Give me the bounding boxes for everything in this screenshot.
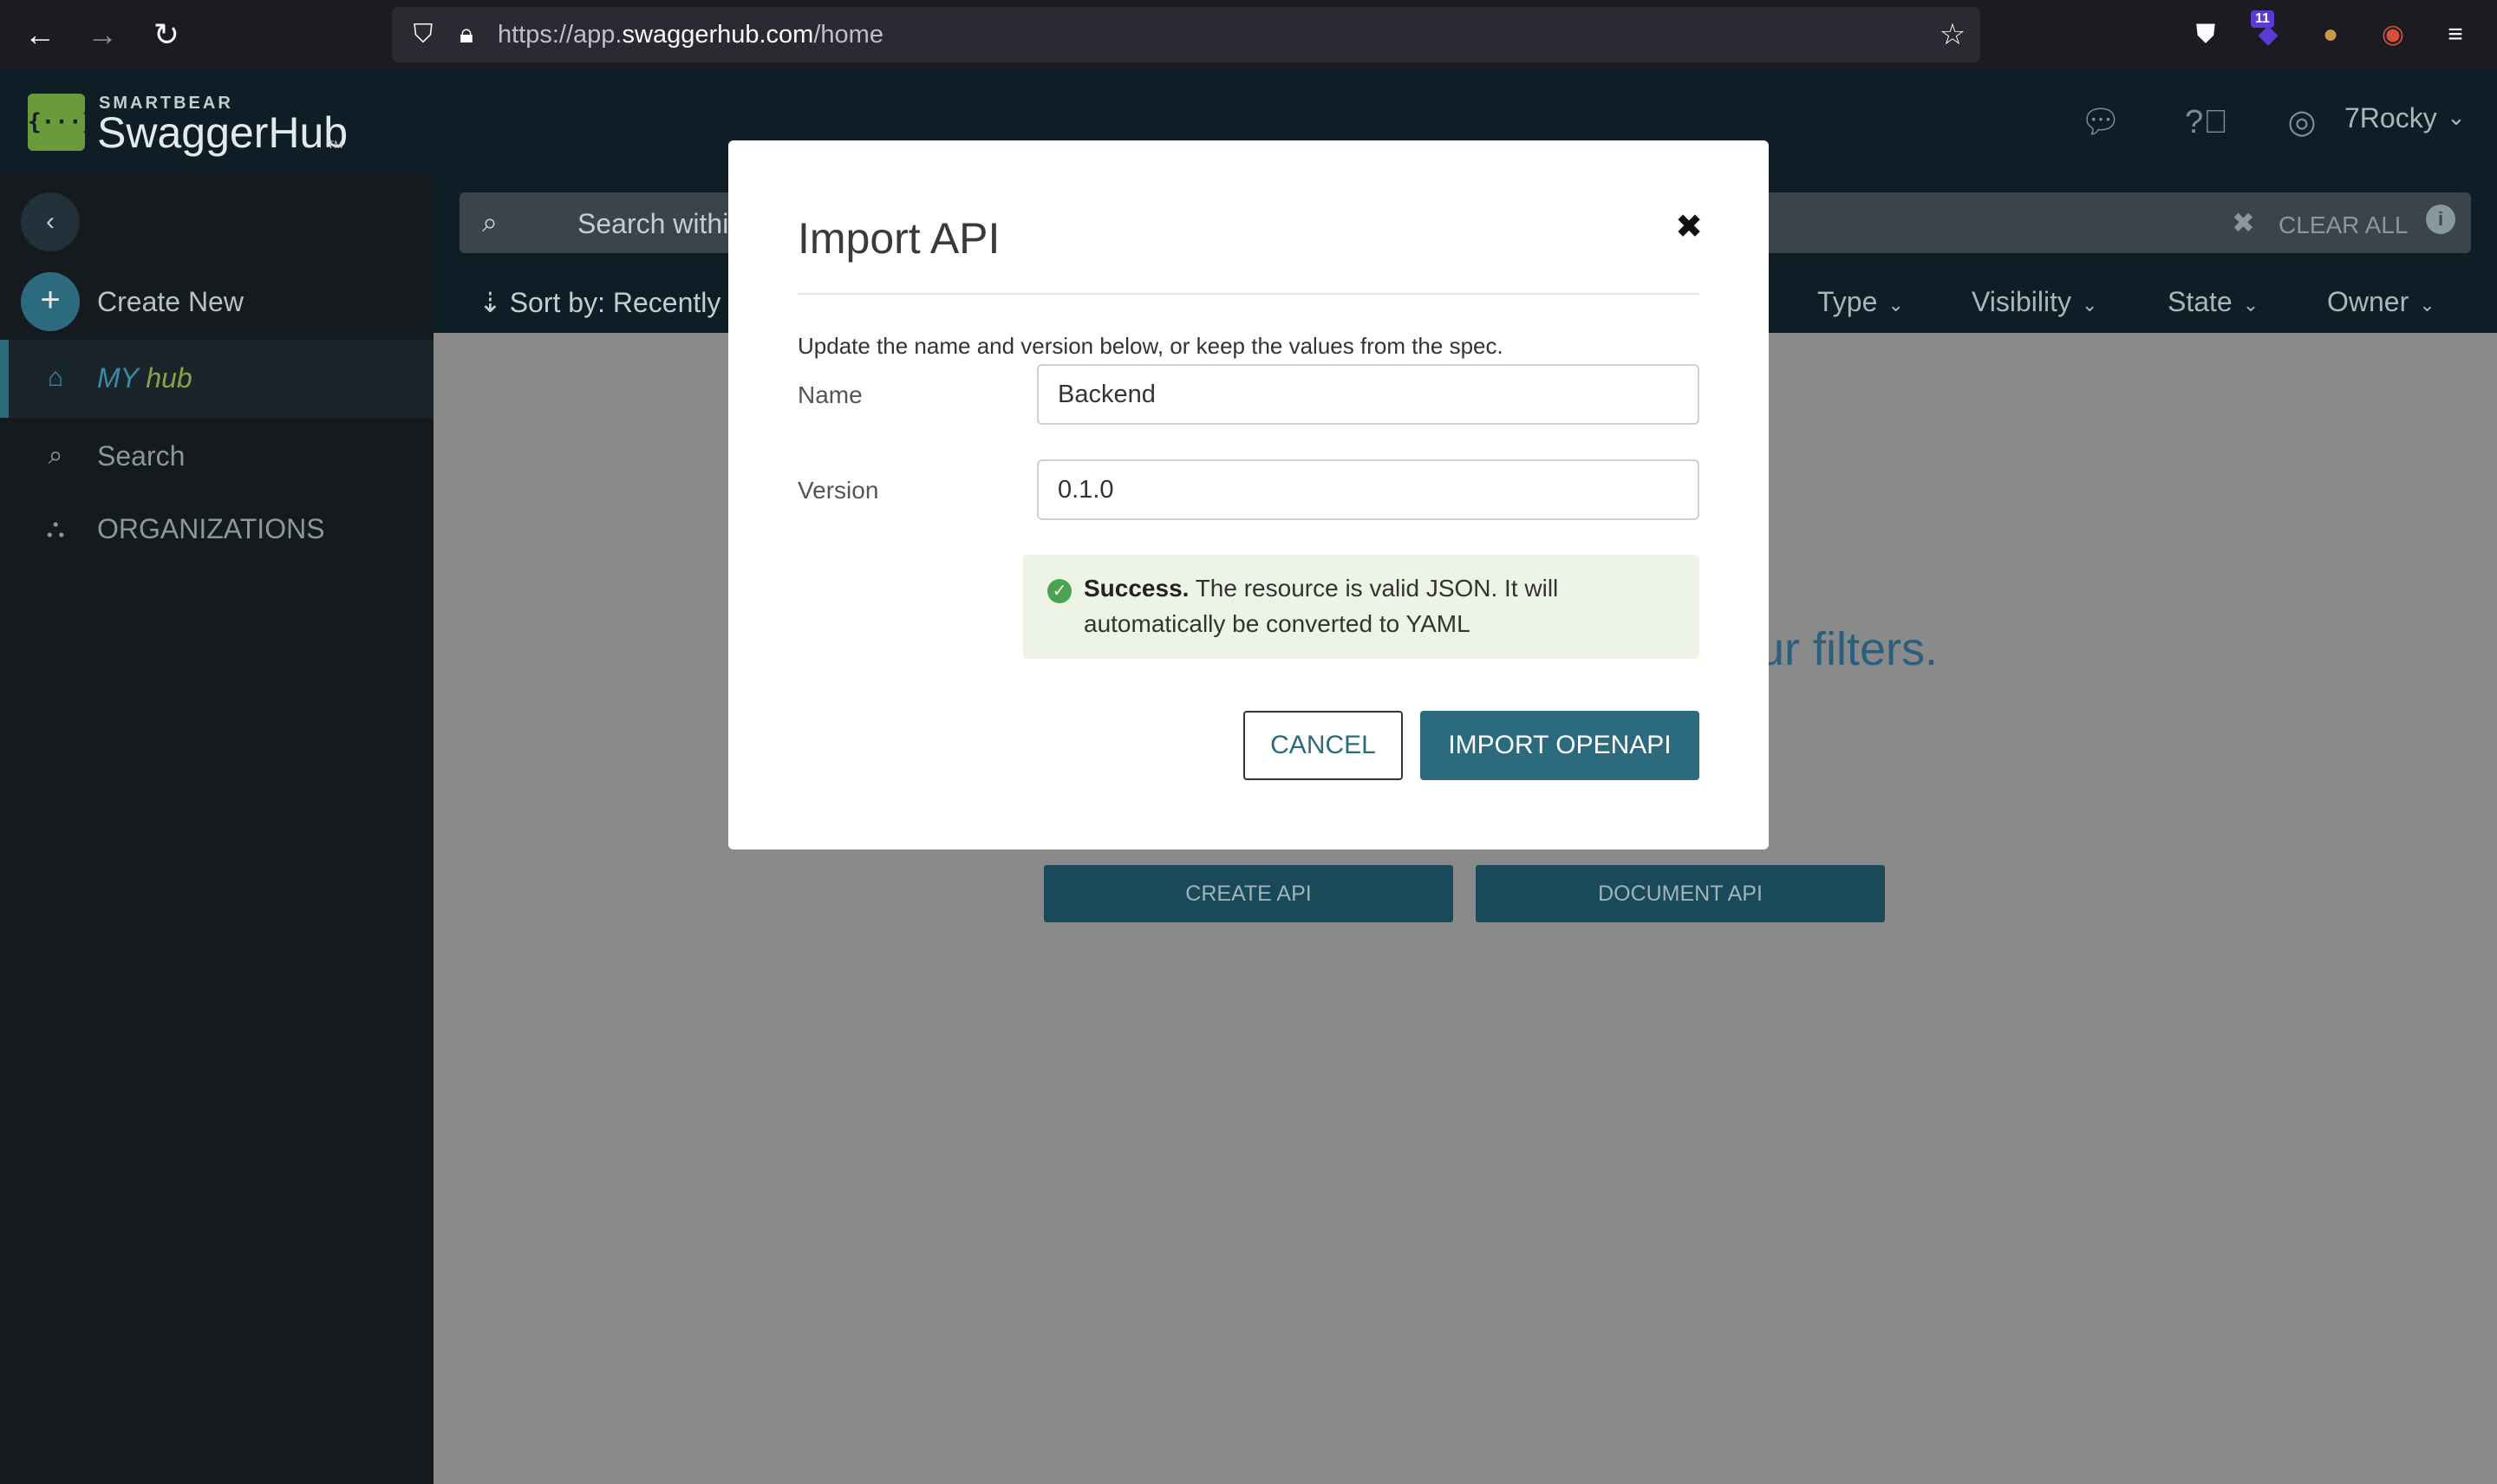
version-field[interactable] bbox=[1037, 459, 1699, 520]
swaggerhub-logo-icon[interactable]: {···} bbox=[28, 94, 95, 151]
bookmark-star-icon[interactable]: ☆ bbox=[1933, 16, 1972, 54]
pocket-icon[interactable]: ⛊ bbox=[2187, 16, 2225, 54]
create-api-button[interactable]: CREATE API bbox=[1044, 865, 1453, 922]
sort-icon: ⇣ bbox=[479, 287, 502, 318]
shield-icon[interactable]: ⛉ bbox=[404, 16, 442, 54]
close-icon[interactable]: ✖ bbox=[1672, 210, 1706, 244]
sidebar-item-my-hub[interactable]: ⌂ MY hub bbox=[0, 340, 434, 418]
brand-name[interactable]: SwaggerHub bbox=[97, 107, 348, 158]
sidebar-item-label: Search bbox=[97, 440, 186, 472]
alert-message: Success. The resource is valid JSON. It … bbox=[1084, 575, 1559, 637]
search-placeholder: Search withi bbox=[577, 208, 729, 239]
empty-state-message: ur filters. bbox=[1758, 623, 1939, 675]
check-circle-icon: ✓ bbox=[1047, 579, 1072, 603]
extension-badge: 11 bbox=[2251, 10, 2274, 28]
info-icon[interactable]: i bbox=[2426, 205, 2455, 234]
sidebar-item-label: MY hub bbox=[97, 362, 192, 394]
menu-icon[interactable]: ≡ bbox=[2436, 16, 2474, 54]
sidebar-item-organizations[interactable]: ⛬ ORGANIZATIONS bbox=[0, 491, 434, 569]
visibility-filter-dropdown[interactable]: Visibility ⌄ bbox=[1972, 286, 2097, 318]
chevron-down-icon: ⌄ bbox=[2419, 294, 2435, 316]
user-avatar-icon[interactable]: ◎ bbox=[2280, 101, 2324, 144]
chevron-down-icon: ⌄ bbox=[1887, 294, 1904, 316]
cancel-button[interactable]: CANCEL bbox=[1243, 711, 1403, 780]
sidebar-item-label: ORGANIZATIONS bbox=[97, 513, 325, 544]
back-icon[interactable]: ← bbox=[21, 16, 59, 54]
user-menu[interactable]: 7Rocky bbox=[2344, 102, 2437, 134]
url-text[interactable]: https://app.swaggerhub.com/home bbox=[498, 7, 883, 62]
forward-icon[interactable]: → bbox=[83, 16, 121, 54]
dialog-title: Import API bbox=[798, 214, 1001, 263]
sidebar: ‹ + Create New ⌂ MY hub ⌕ Search ⛬ ORGAN… bbox=[0, 175, 434, 1484]
name-label: Name bbox=[798, 381, 863, 408]
create-new-button[interactable]: Create New bbox=[97, 286, 244, 318]
sidebar-item-search[interactable]: ⌕ Search bbox=[0, 418, 434, 496]
clear-icon[interactable]: ✖ bbox=[2232, 206, 2255, 239]
search-icon: ⌕ bbox=[482, 206, 498, 238]
import-openapi-button[interactable]: IMPORT OPENAPI bbox=[1420, 711, 1699, 780]
sort-dropdown[interactable]: ⇣ Sort by: Recently U bbox=[479, 286, 748, 319]
lock-icon[interactable]: 🔒︎ bbox=[447, 16, 486, 54]
type-filter-dropdown[interactable]: Type ⌄ bbox=[1817, 286, 1904, 318]
chevron-down-icon: ⌄ bbox=[2242, 294, 2259, 316]
name-field[interactable] bbox=[1037, 364, 1699, 425]
home-icon: ⌂ bbox=[47, 363, 64, 392]
search-icon: ⌕ bbox=[48, 441, 63, 470]
extension-icon-2[interactable]: ◉ bbox=[2374, 16, 2412, 54]
import-api-dialog: Import API ✖ Update the name and version… bbox=[728, 140, 1769, 849]
owner-filter-dropdown[interactable]: Owner ⌄ bbox=[2327, 286, 2435, 318]
brand-tm: TM bbox=[328, 139, 343, 151]
divider bbox=[798, 293, 1699, 295]
browser-toolbar: ← → ↻ ⛉ 🔒︎ https://app.swaggerhub.com/ho… bbox=[0, 0, 2497, 69]
document-api-button[interactable]: DOCUMENT API bbox=[1476, 865, 1885, 922]
success-alert: ✓ Success. The resource is valid JSON. I… bbox=[1023, 555, 1699, 659]
dialog-description: Update the name and version below, or ke… bbox=[798, 333, 1503, 359]
version-label: Version bbox=[798, 477, 879, 504]
address-bar[interactable]: ⛉ 🔒︎ https://app.swaggerhub.com/home ☆ bbox=[392, 7, 1980, 62]
state-filter-dropdown[interactable]: State ⌄ bbox=[2168, 286, 2259, 318]
chevron-down-icon: ⌄ bbox=[2082, 294, 2098, 316]
collapse-sidebar-button[interactable]: ‹ bbox=[21, 192, 80, 251]
create-new-plus-icon[interactable]: + bbox=[21, 272, 80, 331]
cookie-extension-icon[interactable]: ● bbox=[2311, 16, 2350, 54]
chat-icon[interactable]: 💬︎ bbox=[2079, 101, 2122, 144]
organizations-icon: ⛬ bbox=[46, 514, 65, 543]
reload-icon[interactable]: ↻ bbox=[147, 16, 186, 54]
help-icon[interactable]: ?⃝ bbox=[2185, 101, 2228, 144]
chevron-down-icon[interactable]: ⌄ bbox=[2447, 104, 2466, 131]
clear-all-button[interactable]: CLEAR ALL bbox=[2279, 212, 2408, 239]
